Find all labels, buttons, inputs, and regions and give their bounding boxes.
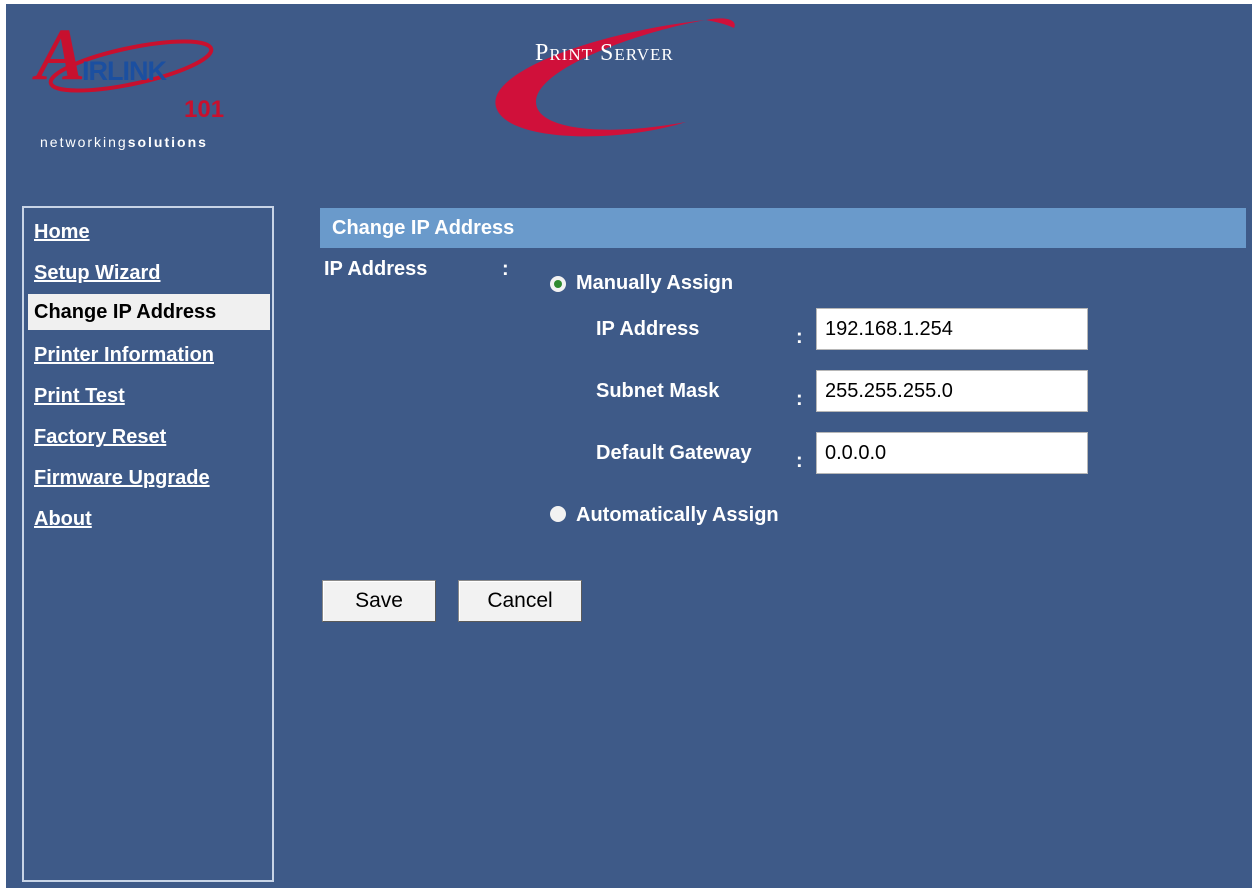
page-background: A IRLINK 101 networkingsolutions Print S…	[6, 4, 1252, 888]
cancel-button[interactable]: Cancel	[458, 580, 582, 622]
radio-selected-dot	[554, 280, 562, 288]
subnet-mask-label: Subnet Mask	[596, 380, 720, 402]
subnet-mask-colon: :	[796, 388, 803, 410]
manual-assign-label[interactable]: Manually Assign	[576, 272, 733, 295]
ip-address-input[interactable]: 192.168.1.254	[816, 308, 1088, 350]
ip-address-section-label: IP Address	[324, 258, 428, 280]
sidebar-item-firmware-upgrade[interactable]: Firmware Upgrade	[28, 460, 270, 496]
logo-tagline: networkingsolutions	[40, 134, 208, 150]
subnet-mask-input[interactable]: 255.255.255.0	[816, 370, 1088, 412]
sidebar-item-home[interactable]: Home	[28, 214, 270, 250]
product-title: Print Server	[535, 40, 674, 66]
logo-wordmark: IRLINK	[82, 56, 167, 86]
tagline-bold: solutions	[127, 134, 208, 150]
sidebar-item-factory-reset[interactable]: Factory Reset	[28, 419, 270, 455]
ip-address-section-colon: :	[502, 258, 509, 280]
ip-address-field-label: IP Address	[596, 318, 700, 340]
logo-letter-a: A	[36, 14, 86, 96]
manual-assign-radio[interactable]	[550, 276, 566, 292]
sidebar-item-printer-information[interactable]: Printer Information	[28, 337, 270, 373]
default-gateway-input[interactable]: 0.0.0.0	[816, 432, 1088, 474]
sidebar-item-print-test[interactable]: Print Test	[28, 378, 270, 414]
default-gateway-label: Default Gateway	[596, 442, 752, 464]
logo-number: 101	[184, 96, 225, 123]
airlink-logo: A IRLINK 101 networkingsolutions	[36, 14, 306, 159]
auto-assign-label[interactable]: Automatically Assign	[576, 504, 779, 527]
print-server-swoosh-icon	[495, 18, 735, 137]
default-gateway-colon: :	[796, 450, 803, 472]
sidebar-item-about[interactable]: About	[28, 501, 270, 537]
panel-title: Change IP Address	[320, 208, 1246, 248]
sidebar: Home Setup Wizard Change IP Address Prin…	[22, 206, 274, 882]
ip-address-colon: :	[796, 326, 803, 348]
save-button[interactable]: Save	[322, 580, 436, 622]
auto-assign-radio[interactable]	[550, 506, 566, 522]
sidebar-item-change-ip-address[interactable]: Change IP Address	[28, 294, 270, 330]
tagline-light: networking	[40, 134, 128, 150]
sidebar-item-setup-wizard[interactable]: Setup Wizard	[28, 255, 270, 291]
